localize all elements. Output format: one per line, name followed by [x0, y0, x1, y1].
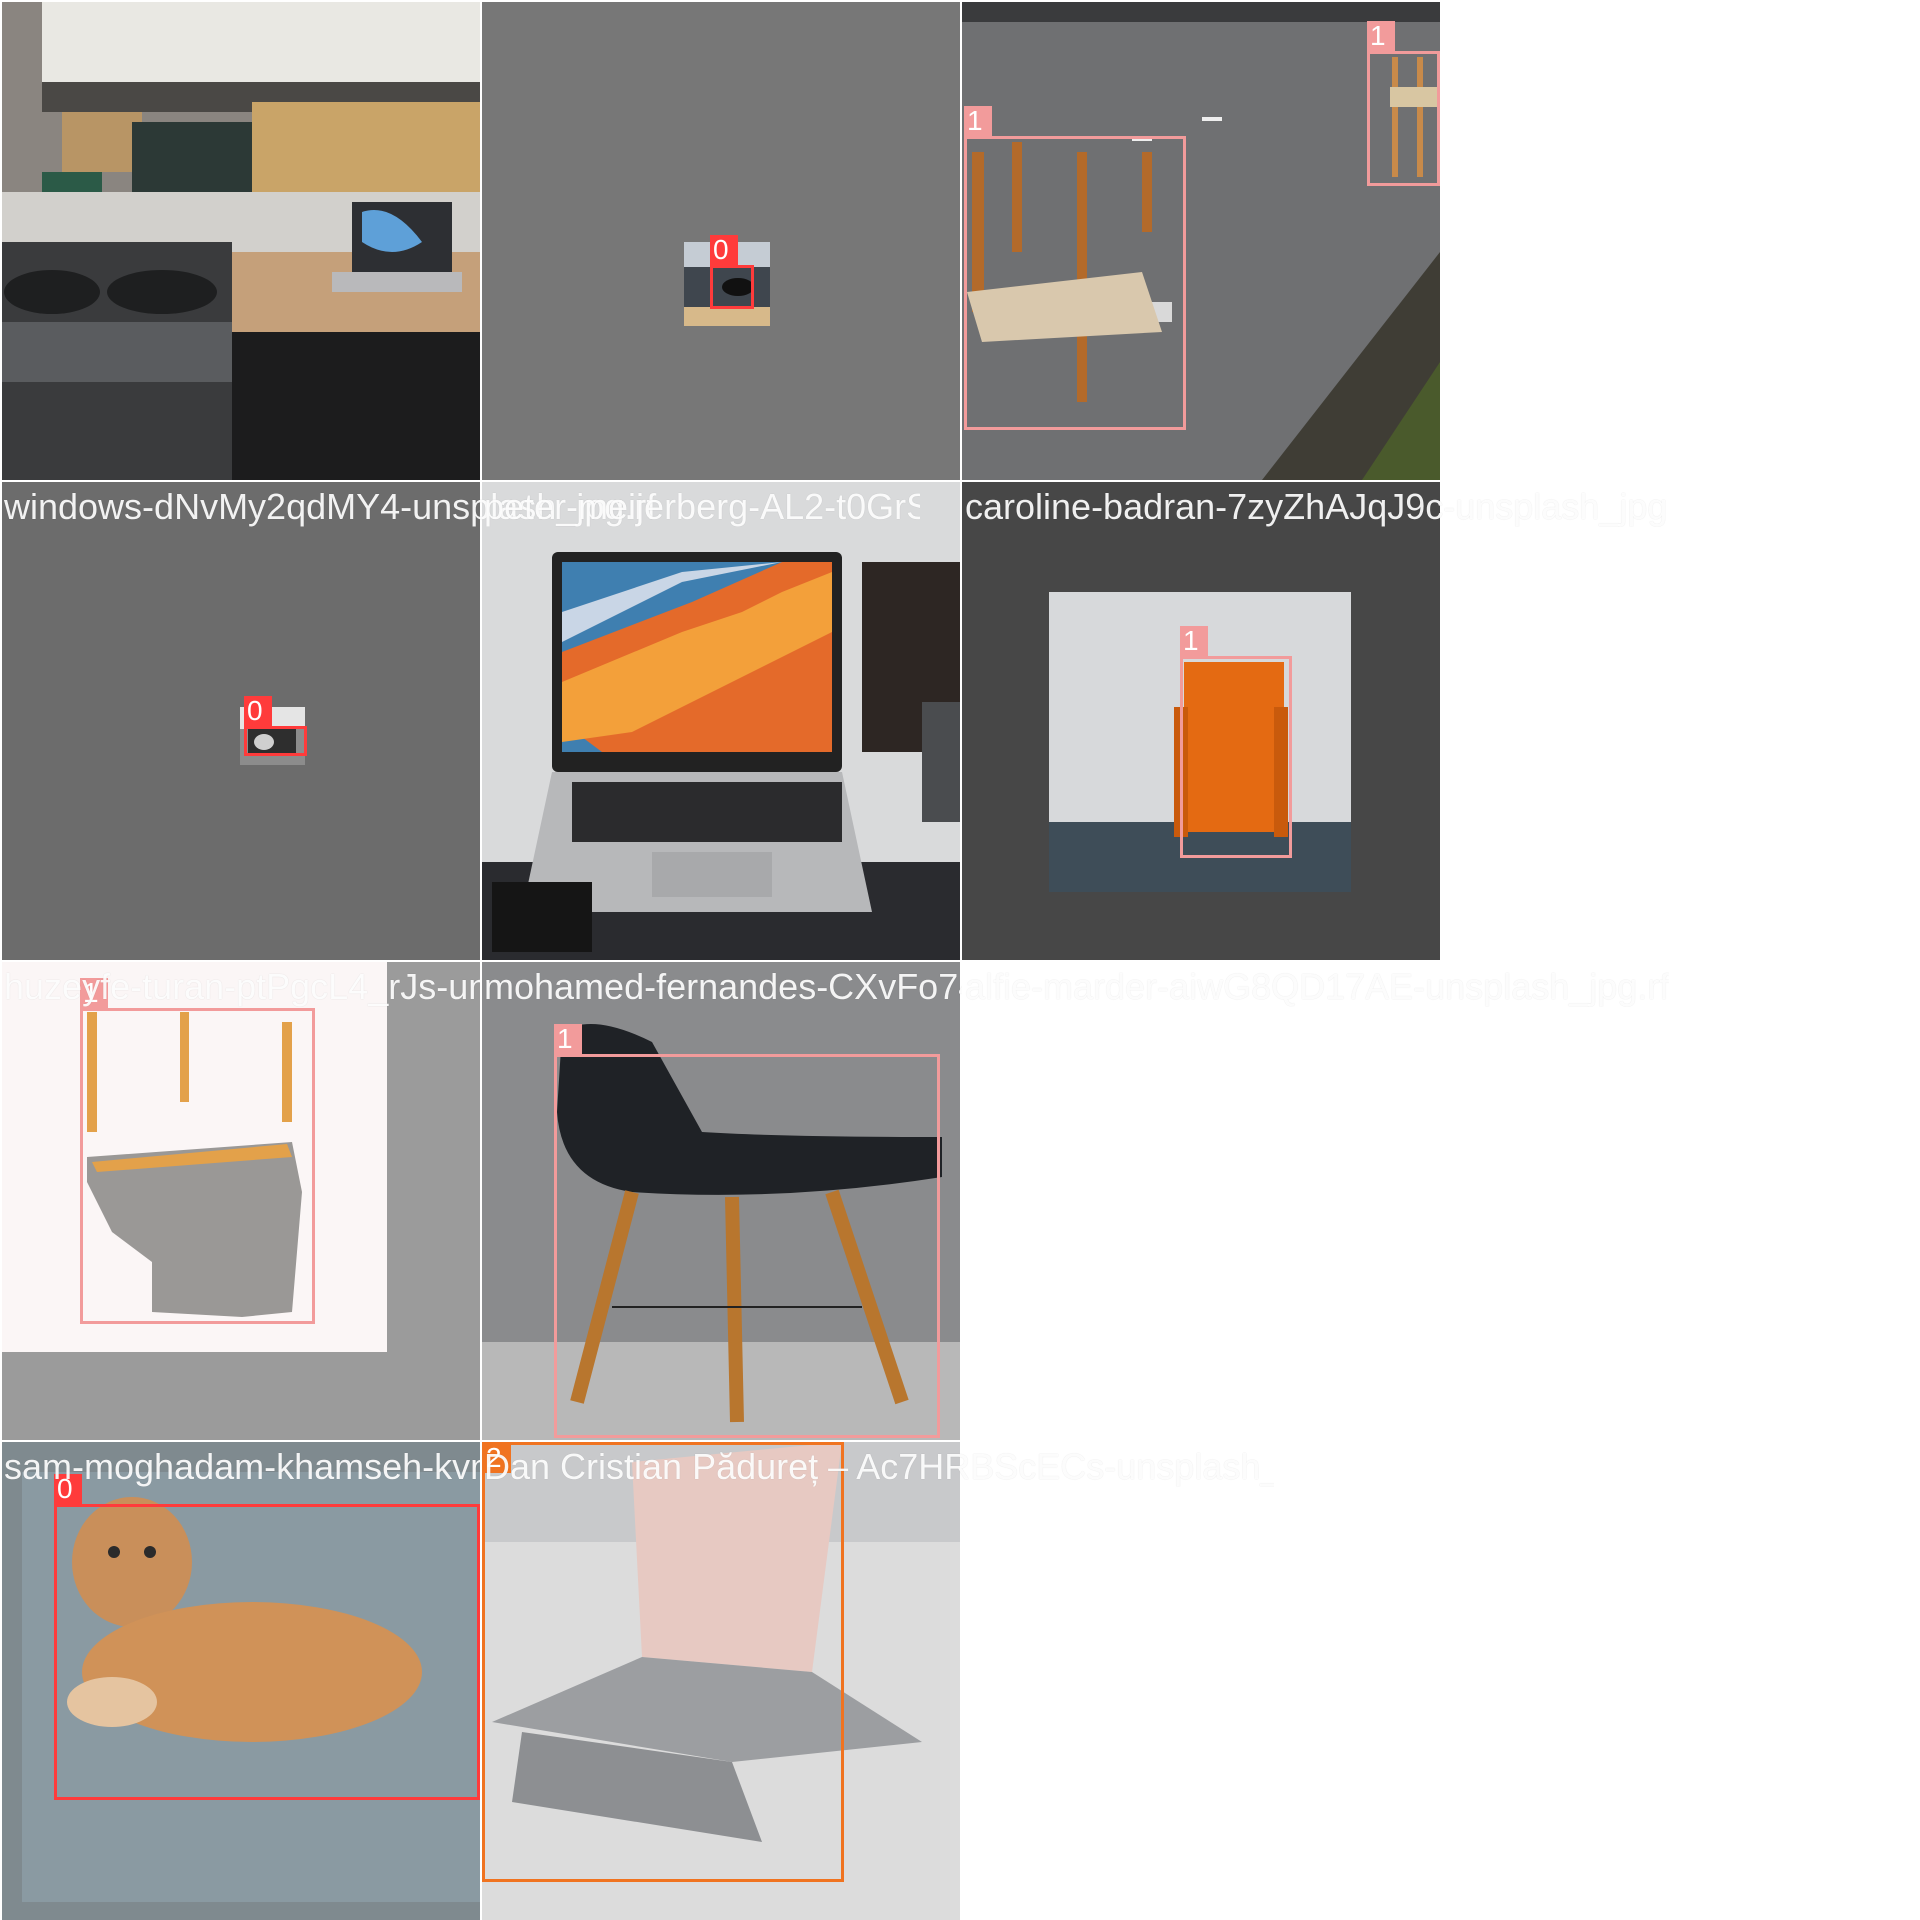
kitchen-photo — [2, 2, 480, 480]
detection-box: 0 — [244, 696, 307, 756]
class-label: 1 — [1367, 21, 1395, 51]
detection-box: 1 — [554, 1024, 940, 1438]
tile-laptop-angled: 2 — [482, 1442, 960, 1920]
mosaic-grid: 0 1 1 0 1 1 1 0 2 — [0, 0, 1920, 1920]
detection-box: 1 — [1180, 626, 1292, 858]
class-label: 1 — [554, 1024, 582, 1054]
tile-upside-down-chair: 1 — [2, 962, 480, 1440]
detection-box: 1 — [964, 106, 1186, 430]
detection-box: 2 — [482, 1442, 844, 1882]
tile-cat-on-floor: 0 — [2, 1442, 480, 1920]
tile-small-cat-photo-2: 0 — [2, 482, 480, 960]
class-label: 1 — [80, 978, 108, 1008]
class-label: 1 — [1180, 626, 1208, 656]
tile-kitchen-photo — [2, 2, 480, 480]
detection-box: 0 — [710, 235, 754, 309]
tile-laptop-desk — [482, 482, 960, 960]
detection-box: 1 — [1367, 21, 1440, 186]
detection-box: 1 — [80, 978, 315, 1324]
class-label: 0 — [244, 696, 272, 726]
class-label: 2 — [483, 1443, 511, 1473]
tile-small-cat-photo-1: 0 — [482, 2, 960, 480]
detection-box: 0 — [54, 1474, 480, 1800]
tile-chairs-on-street: 1 1 — [962, 2, 1440, 480]
tile-black-chair: 1 — [482, 962, 960, 1440]
laptop-desk — [482, 482, 960, 960]
tile-orange-chair: 1 — [962, 482, 1440, 960]
small-cat-photo-2 — [2, 482, 480, 960]
class-label: 1 — [964, 106, 992, 136]
class-label: 0 — [54, 1474, 82, 1504]
class-label: 0 — [710, 235, 738, 265]
